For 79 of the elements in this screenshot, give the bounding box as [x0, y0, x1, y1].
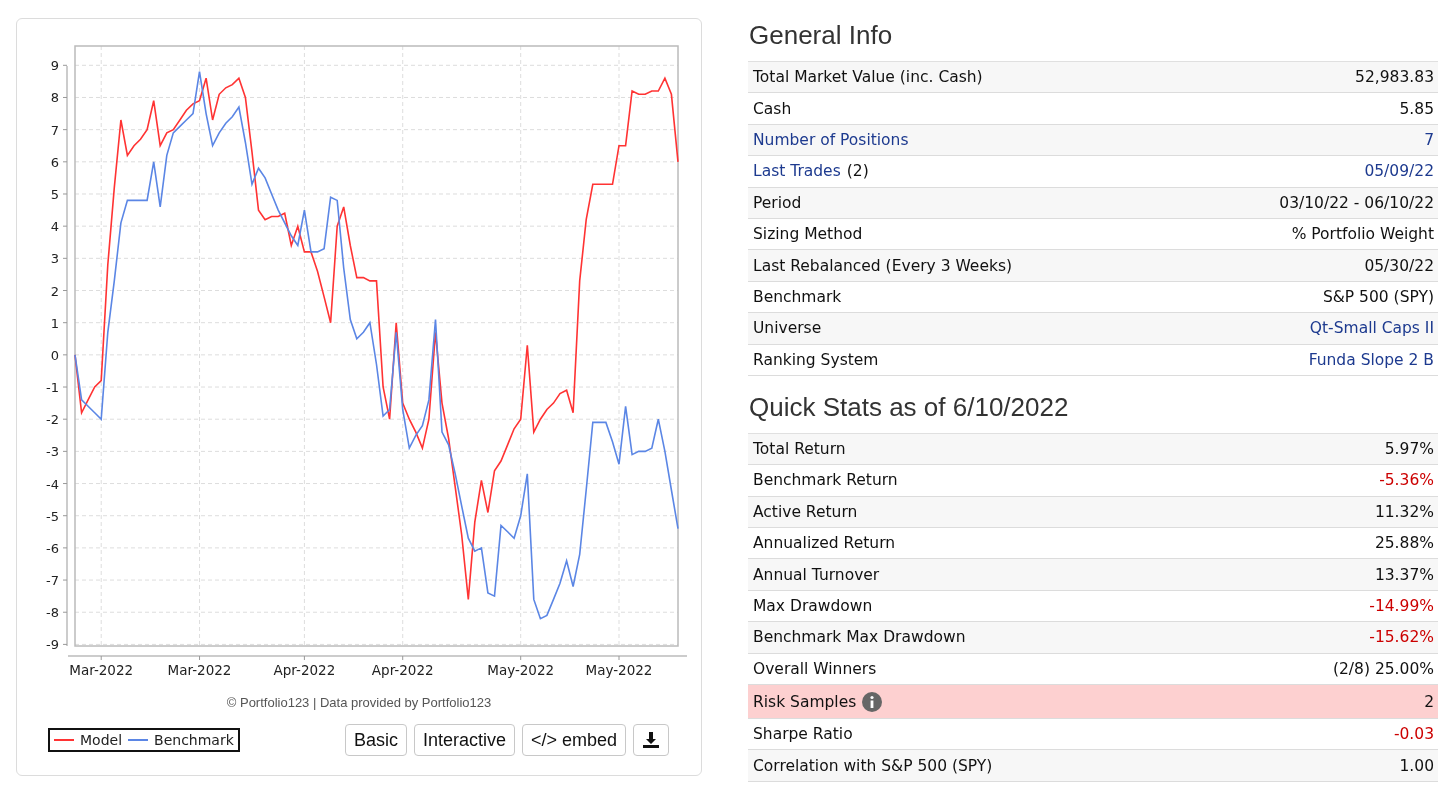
chart-mode-button[interactable]: Interactive: [413, 724, 515, 756]
stat-label: Benchmark Max Drawdown: [753, 628, 966, 647]
stat-link[interactable]: Funda Slope 2 B: [1308, 350, 1434, 369]
stat-label: Risk Samples: [753, 692, 857, 711]
axis-label: May-2022: [487, 662, 555, 678]
axis-label: -4: [46, 476, 59, 492]
stat-value: -5.36%: [1379, 471, 1434, 490]
axis-label: -8: [46, 605, 59, 621]
stat-value: 11.32%: [1374, 502, 1434, 521]
stat-value: 52,983.83: [1355, 68, 1434, 87]
axis-label: May-2022: [585, 662, 653, 678]
stat-value: 03/10/22 - 06/10/22: [1279, 193, 1434, 212]
stat-label: Benchmark: [753, 287, 842, 306]
axis-label: 2: [50, 283, 59, 299]
stat-value: -14.99%: [1369, 597, 1434, 616]
axis-label: 4: [50, 219, 59, 235]
stat-value: 1.00: [1399, 756, 1434, 775]
stat-label: Ranking System: [753, 350, 879, 369]
stat-value: 5.97%: [1384, 440, 1434, 459]
stat-value: 05/30/22: [1364, 256, 1434, 275]
axis-label: 6: [50, 154, 59, 170]
stat-note: (2): [846, 162, 869, 181]
axis-label: 0: [50, 347, 59, 363]
section-title: Quick Stats as of 6/10/2022: [749, 391, 1070, 423]
stat-value: -0.03: [1393, 725, 1434, 744]
stat-value: 5.85: [1399, 99, 1434, 118]
stat-label: Annual Turnover: [753, 565, 880, 584]
stat-value: % Portfolio Weight: [1291, 225, 1434, 244]
chart-mode-button[interactable]: </> embed: [521, 724, 626, 756]
stat-value: S&P 500 (SPY): [1322, 287, 1434, 306]
axis-label: Apr-2022: [371, 662, 434, 678]
axis-label: 5: [50, 187, 59, 202]
legend-label: Benchmark: [154, 732, 234, 748]
axis-label: -2: [46, 412, 59, 428]
info-icon[interactable]: [862, 691, 883, 712]
stat-link[interactable]: 05/09/22: [1364, 162, 1434, 181]
axis-label: -5: [46, 508, 59, 524]
axis-label: 3: [50, 251, 59, 267]
stat-label: Sharpe Ratio: [753, 725, 853, 744]
stat-label: Total Market Value (inc. Cash): [753, 68, 983, 87]
axis-label: -1: [46, 380, 59, 395]
section-title: General Info: [749, 20, 894, 51]
axis-label: Mar-2022: [167, 662, 232, 678]
stat-label: Max Drawdown: [753, 597, 873, 616]
axis-label: 8: [50, 90, 59, 106]
chart-mode-button[interactable]: Basic: [344, 724, 407, 756]
chart-credit: © Portfolio123 | Data provided by Portfolio123: [226, 695, 492, 710]
stat-label: Cash: [753, 99, 792, 118]
stat-value: (2/8) 25.00%: [1332, 659, 1434, 678]
stat-label: Overall Winners: [753, 659, 877, 678]
axis-label: 9: [50, 58, 59, 74]
stat-link[interactable]: 7: [1424, 130, 1434, 149]
stat-label: Sizing Method: [753, 225, 863, 244]
stat-label: Active Return: [753, 502, 858, 521]
download-button[interactable]: [633, 724, 669, 756]
axis-label: -9: [46, 637, 59, 653]
stat-label: Correlation with S&P 500 (SPY): [753, 756, 993, 775]
stat-label: Total Return: [753, 440, 846, 459]
stat-link[interactable]: Qt-Small Caps II: [1309, 319, 1434, 338]
stat-label: Benchmark Return: [753, 471, 898, 490]
axis-label: -6: [46, 540, 59, 556]
stat-value: 2: [1424, 692, 1434, 711]
axis-label: -7: [46, 573, 59, 589]
axis-label: -3: [46, 444, 59, 460]
stat-value: -15.62%: [1369, 628, 1434, 647]
legend-label: Model: [80, 732, 123, 748]
stat-value: 13.37%: [1374, 565, 1434, 584]
axis-label: Mar-2022: [69, 662, 134, 678]
stat-label: Last Rebalanced (Every 3 Weeks): [753, 256, 1012, 275]
axis-label: 7: [50, 122, 59, 138]
stat-link[interactable]: Number of Positions: [753, 130, 909, 149]
download-icon: [642, 731, 660, 749]
stat-label: Annualized Return: [753, 534, 896, 553]
stat-value: 25.88%: [1374, 534, 1434, 553]
stat-label: Period: [753, 193, 802, 212]
stat-label: Universe: [753, 319, 822, 338]
axis-label: 1: [50, 315, 59, 331]
axis-label: Apr-2022: [273, 662, 336, 678]
stat-link[interactable]: Last Trades: [753, 162, 841, 181]
